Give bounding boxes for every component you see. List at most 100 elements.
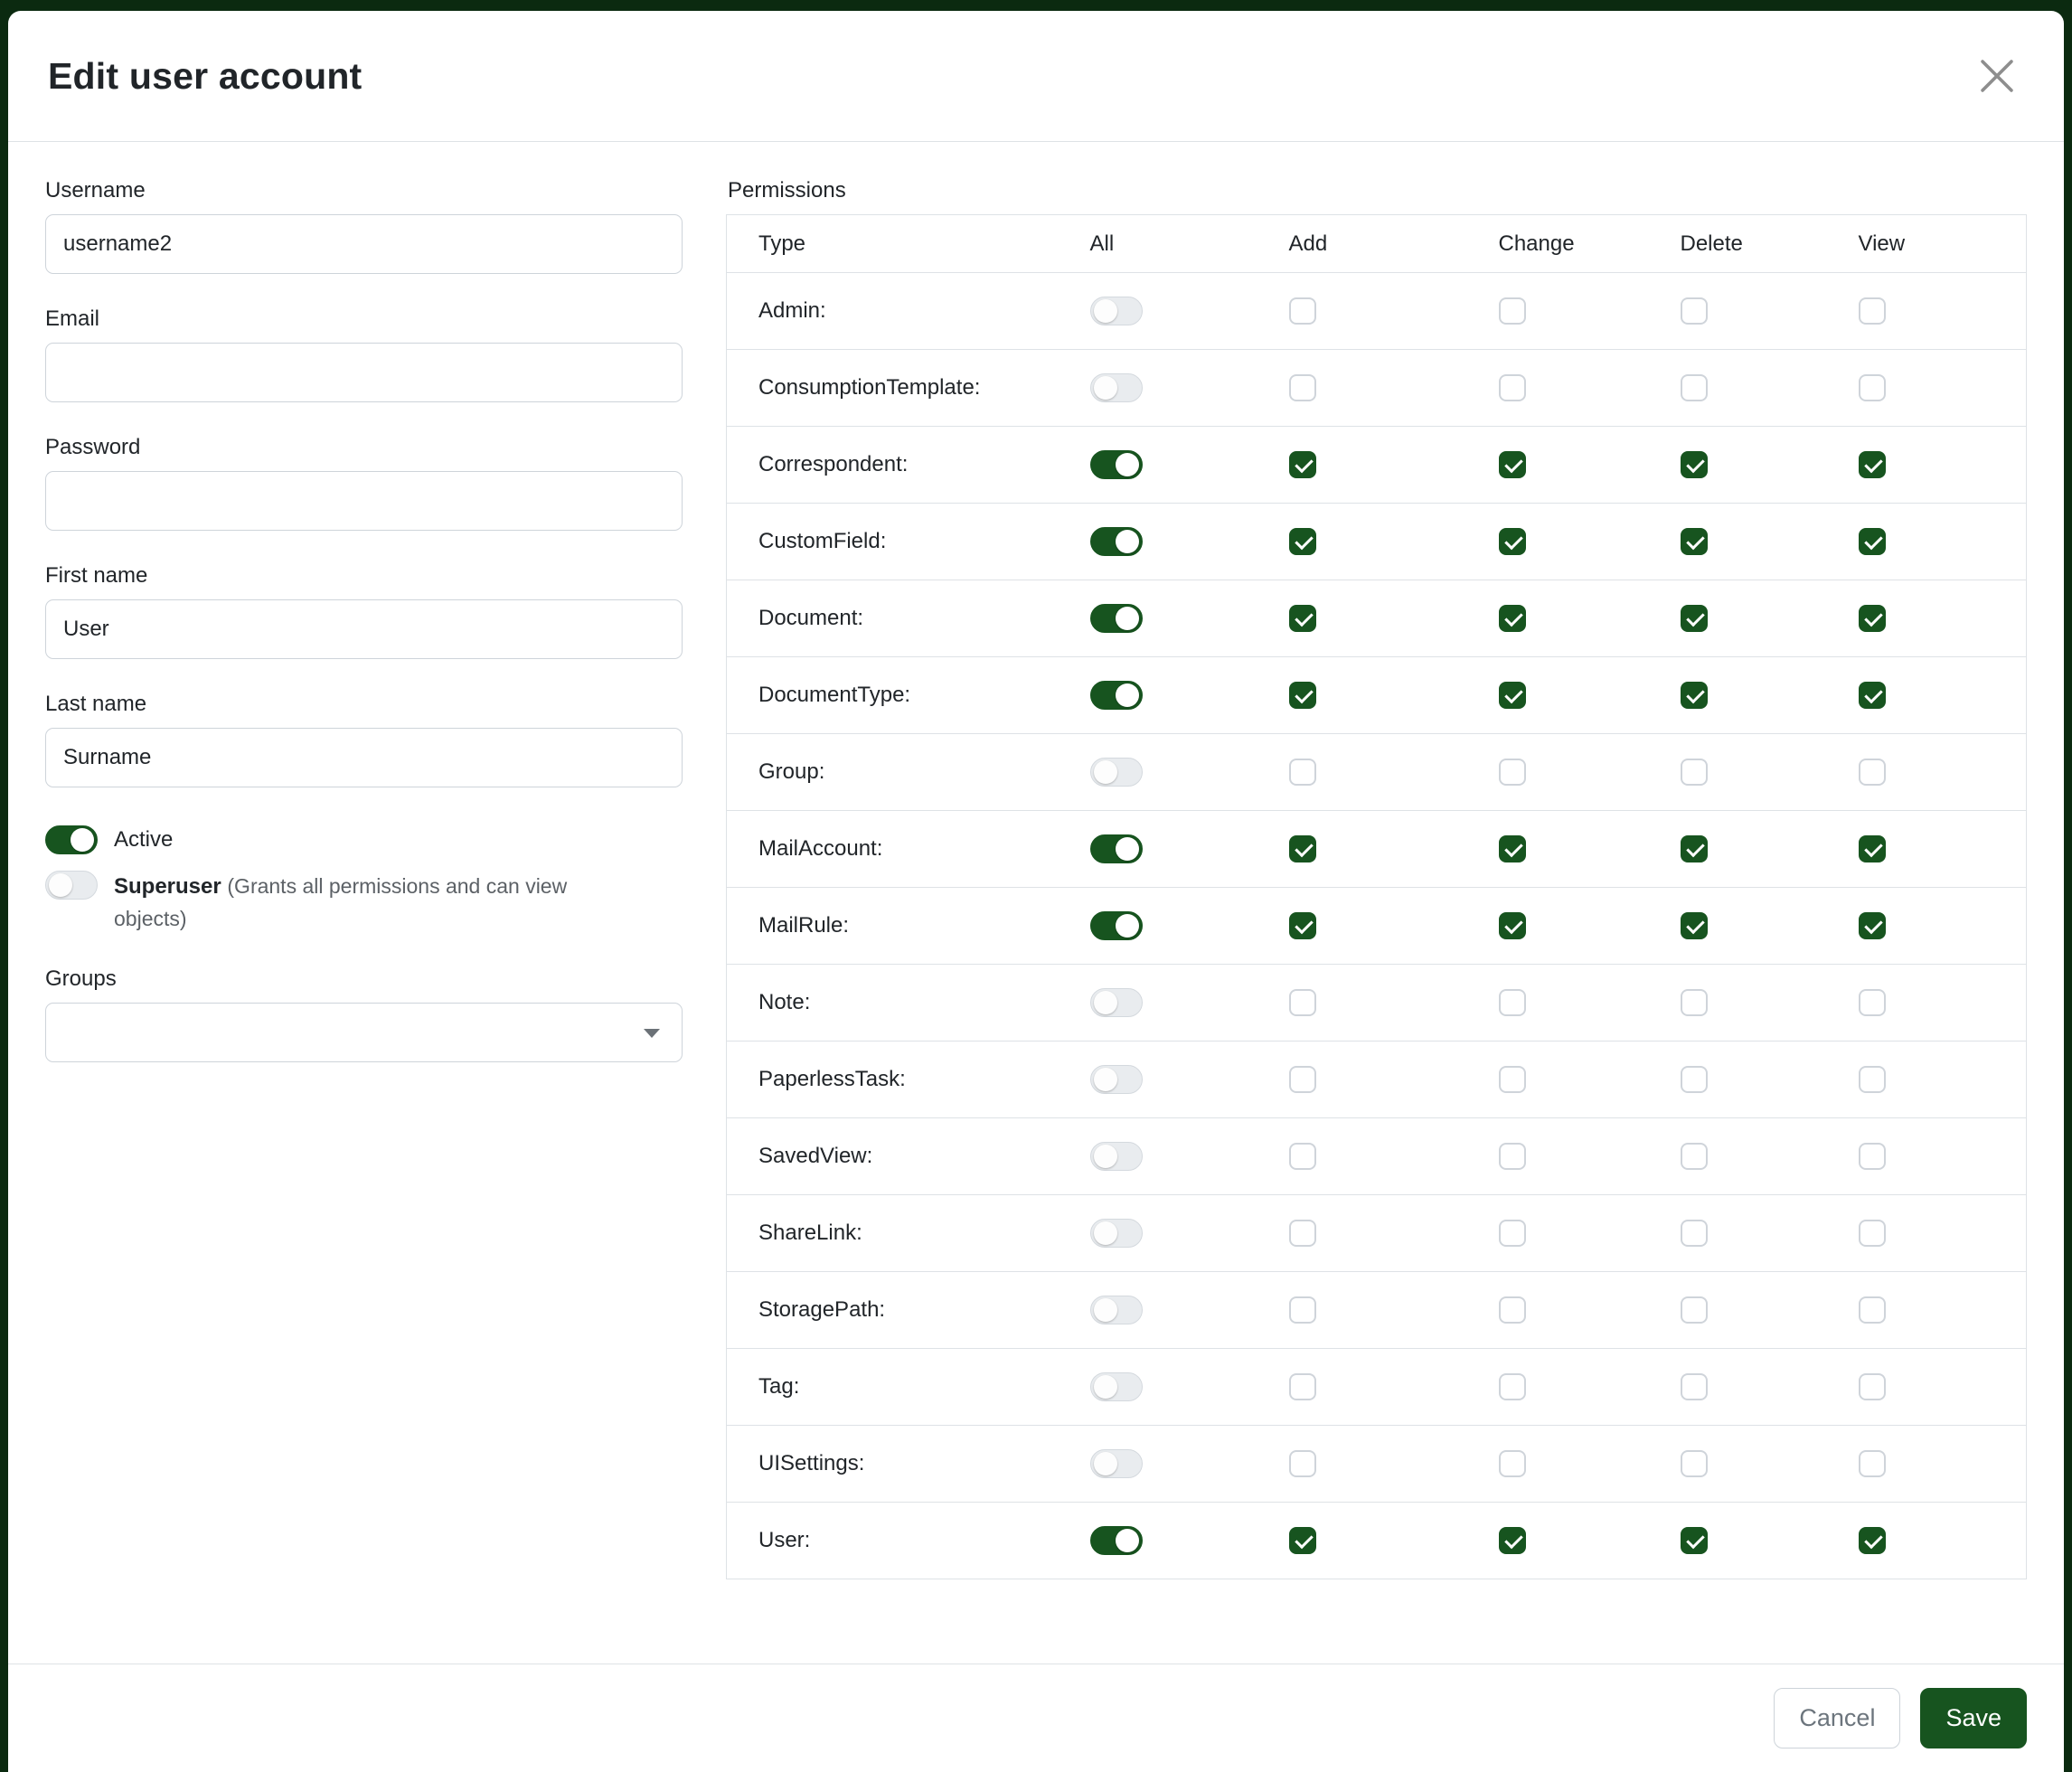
permission-delete-checkbox[interactable] [1681, 1450, 1708, 1477]
permission-delete-checkbox[interactable] [1681, 297, 1708, 325]
permission-view-checkbox[interactable] [1859, 1220, 1886, 1247]
permission-all-toggle[interactable] [1090, 758, 1143, 787]
close-button[interactable] [1970, 49, 2024, 103]
permission-all-toggle[interactable] [1090, 911, 1143, 940]
permission-add-checkbox[interactable] [1289, 682, 1316, 709]
permission-all-toggle[interactable] [1090, 1065, 1143, 1094]
permission-change-checkbox[interactable] [1499, 1143, 1526, 1170]
permission-type-label: Correspondent: [727, 427, 1083, 504]
permission-view-checkbox[interactable] [1859, 605, 1886, 632]
active-toggle[interactable] [45, 825, 98, 854]
permission-delete-checkbox[interactable] [1681, 528, 1708, 555]
permission-all-toggle[interactable] [1090, 1449, 1143, 1478]
permission-change-checkbox[interactable] [1499, 1066, 1526, 1093]
username-input[interactable] [45, 214, 683, 274]
permission-change-checkbox[interactable] [1499, 528, 1526, 555]
cancel-button[interactable]: Cancel [1774, 1688, 1900, 1748]
permission-add-checkbox[interactable] [1289, 1450, 1316, 1477]
permission-delete-checkbox[interactable] [1681, 1066, 1708, 1093]
permission-all-toggle[interactable] [1090, 527, 1143, 556]
permission-delete-checkbox[interactable] [1681, 1143, 1708, 1170]
permission-view-checkbox[interactable] [1859, 451, 1886, 478]
permission-all-toggle[interactable] [1090, 604, 1143, 633]
permission-view-checkbox[interactable] [1859, 989, 1886, 1016]
permission-delete-checkbox[interactable] [1681, 912, 1708, 939]
permission-add-checkbox[interactable] [1289, 912, 1316, 939]
last-name-input[interactable] [45, 728, 683, 787]
permission-delete-checkbox[interactable] [1681, 1220, 1708, 1247]
permission-add-checkbox[interactable] [1289, 297, 1316, 325]
permission-view-checkbox[interactable] [1859, 682, 1886, 709]
permission-view-checkbox[interactable] [1859, 1450, 1886, 1477]
permission-all-toggle[interactable] [1090, 373, 1143, 402]
permission-change-checkbox[interactable] [1499, 451, 1526, 478]
permission-delete-checkbox[interactable] [1681, 451, 1708, 478]
permission-delete-checkbox[interactable] [1681, 759, 1708, 786]
permission-view-checkbox[interactable] [1859, 374, 1886, 401]
permission-add-checkbox[interactable] [1289, 1143, 1316, 1170]
permission-add-checkbox[interactable] [1289, 451, 1316, 478]
permission-delete-checkbox[interactable] [1681, 682, 1708, 709]
permission-view-checkbox[interactable] [1859, 759, 1886, 786]
permission-view-checkbox[interactable] [1859, 912, 1886, 939]
permission-add-checkbox[interactable] [1289, 374, 1316, 401]
email-input[interactable] [45, 343, 683, 402]
permission-change-checkbox[interactable] [1499, 374, 1526, 401]
groups-select[interactable] [45, 1003, 683, 1062]
superuser-toggle[interactable] [45, 871, 98, 900]
permission-view-checkbox[interactable] [1859, 297, 1886, 325]
permission-add-checkbox[interactable] [1289, 605, 1316, 632]
permission-view-checkbox[interactable] [1859, 1143, 1886, 1170]
permission-change-checkbox[interactable] [1499, 835, 1526, 862]
permission-view-checkbox[interactable] [1859, 528, 1886, 555]
permission-add-checkbox[interactable] [1289, 989, 1316, 1016]
permission-all-toggle[interactable] [1090, 1526, 1143, 1555]
permission-change-checkbox[interactable] [1499, 297, 1526, 325]
permission-type-label: SavedView: [727, 1118, 1083, 1195]
permission-all-toggle[interactable] [1090, 1296, 1143, 1324]
permission-change-checkbox[interactable] [1499, 1527, 1526, 1554]
permission-row: ConsumptionTemplate: [727, 350, 2027, 427]
permission-change-checkbox[interactable] [1499, 605, 1526, 632]
permission-all-toggle[interactable] [1090, 834, 1143, 863]
permission-change-checkbox[interactable] [1499, 1373, 1526, 1400]
first-name-input[interactable] [45, 599, 683, 659]
save-button[interactable]: Save [1920, 1688, 2027, 1748]
permission-view-checkbox[interactable] [1859, 1527, 1886, 1554]
permission-add-checkbox[interactable] [1289, 1296, 1316, 1324]
toggle-knob [1094, 1452, 1117, 1475]
permission-view-checkbox[interactable] [1859, 1066, 1886, 1093]
permission-all-toggle[interactable] [1090, 988, 1143, 1017]
permission-view-checkbox[interactable] [1859, 835, 1886, 862]
permission-all-toggle[interactable] [1090, 1219, 1143, 1248]
permission-add-checkbox[interactable] [1289, 835, 1316, 862]
permission-add-checkbox[interactable] [1289, 1527, 1316, 1554]
permission-change-checkbox[interactable] [1499, 989, 1526, 1016]
permission-view-checkbox[interactable] [1859, 1296, 1886, 1324]
permission-view-checkbox[interactable] [1859, 1373, 1886, 1400]
permission-add-checkbox[interactable] [1289, 1220, 1316, 1247]
permission-change-checkbox[interactable] [1499, 1296, 1526, 1324]
permission-add-checkbox[interactable] [1289, 1066, 1316, 1093]
permission-delete-checkbox[interactable] [1681, 1373, 1708, 1400]
permission-change-checkbox[interactable] [1499, 1450, 1526, 1477]
permission-change-checkbox[interactable] [1499, 759, 1526, 786]
permission-add-checkbox[interactable] [1289, 1373, 1316, 1400]
permission-delete-checkbox[interactable] [1681, 835, 1708, 862]
permission-change-checkbox[interactable] [1499, 682, 1526, 709]
permission-delete-checkbox[interactable] [1681, 605, 1708, 632]
permission-delete-checkbox[interactable] [1681, 989, 1708, 1016]
permission-add-checkbox[interactable] [1289, 528, 1316, 555]
permission-all-toggle[interactable] [1090, 450, 1143, 479]
permission-delete-checkbox[interactable] [1681, 374, 1708, 401]
permission-all-toggle[interactable] [1090, 681, 1143, 710]
permission-add-checkbox[interactable] [1289, 759, 1316, 786]
permission-change-checkbox[interactable] [1499, 912, 1526, 939]
permission-all-toggle[interactable] [1090, 297, 1143, 325]
permission-delete-checkbox[interactable] [1681, 1527, 1708, 1554]
permission-delete-checkbox[interactable] [1681, 1296, 1708, 1324]
permission-change-checkbox[interactable] [1499, 1220, 1526, 1247]
password-input[interactable] [45, 471, 683, 531]
permission-all-toggle[interactable] [1090, 1372, 1143, 1401]
permission-all-toggle[interactable] [1090, 1142, 1143, 1171]
